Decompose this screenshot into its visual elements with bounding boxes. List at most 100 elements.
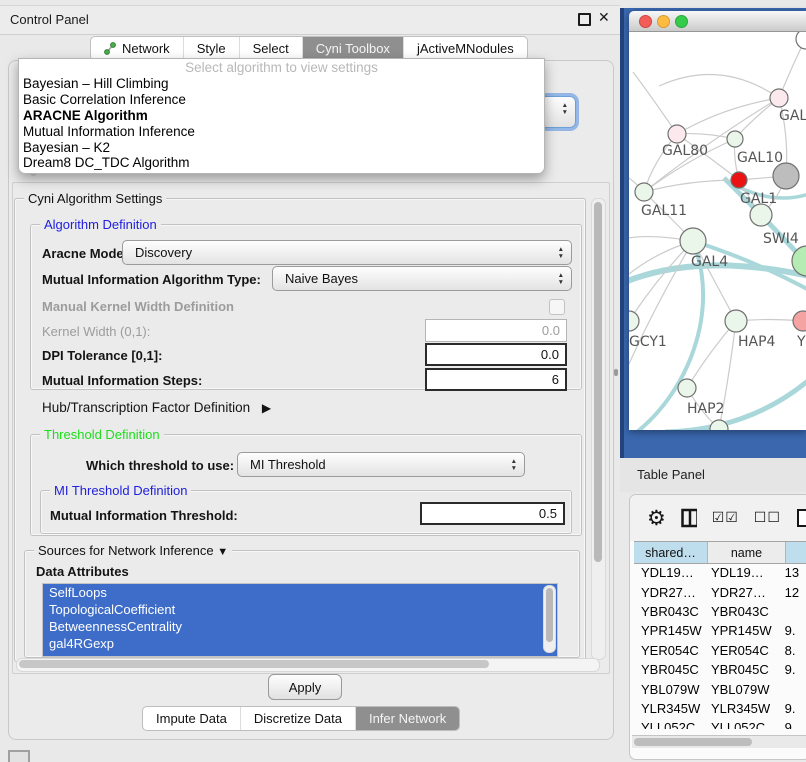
node-gcy1[interactable] [629,311,639,331]
settings-scrollbar[interactable] [591,198,606,660]
aracne-mode-combobox[interactable]: Discovery ▲▼ [122,240,572,265]
table-row[interactable]: YLR345WYLR345W9. [634,699,806,718]
data-attributes-list[interactable]: SelfLoopsTopologicalCoefficientBetweenne… [42,583,558,657]
close-window-icon[interactable] [639,15,652,28]
dropdown-item-dream8-dc-tdc-algorithm[interactable]: Dream8 DC_TDC Algorithm [19,155,544,171]
bottom-tab-discretize-data[interactable]: Discretize Data [241,707,356,730]
table-panel: ⚙ ☑☑ ☐☐ shared…name YDL19…YDL19…13YDR27…… [629,494,806,760]
table-cell: YBR043C [704,604,778,619]
tab-select[interactable]: Select [240,37,303,60]
apply-button[interactable]: Apply [268,674,342,700]
network-icon [104,42,117,55]
manual-kernel-checkbox[interactable] [549,299,565,315]
bottom-tab-infer-network[interactable]: Infer Network [356,707,459,730]
which-threshold-value: MI Threshold [250,457,326,472]
hub-definition-toggle[interactable]: Hub/Transcription Factor Definition ▶ [42,400,271,415]
document-icon[interactable] [796,508,806,528]
column-header-shared[interactable]: shared… [634,542,708,563]
minimize-window-icon[interactable] [657,15,670,28]
dpi-tolerance-label: DPI Tolerance [0,1]: [42,348,162,363]
tab-jactivemnodules[interactable]: jActiveMNodules [404,37,527,60]
network-window-titlebar[interactable] [629,11,806,32]
minimized-panel-icon[interactable] [8,750,30,762]
node-swi4[interactable] [750,204,772,226]
dropdown-item-mutual-information-inference[interactable]: Mutual Information Inference [19,124,544,140]
node-gal80[interactable] [668,125,686,143]
table-row[interactable]: YDL19…YDL19…13 [634,563,806,582]
attribute-item-betweennesscentrality[interactable]: BetweennessCentrality [43,618,557,635]
unchecked-boxes-icon[interactable]: ☐☐ [754,510,781,526]
attributes-scrollbar[interactable] [543,585,556,653]
node-gal4[interactable] [680,228,706,254]
network-edge[interactable] [687,321,736,388]
node-hap2[interactable] [678,379,696,397]
attribute-item-selfloops[interactable]: SelfLoops [43,584,557,601]
gear-icon[interactable]: ⚙ [647,506,666,530]
mi-steps-field[interactable]: 6 [425,368,567,391]
combobox-stepper-icon: ▲▼ [562,102,568,116]
table-cell: YDL19… [634,565,704,580]
manual-kernel-label: Manual Kernel Width Definition [42,299,234,314]
node-hap4[interactable] [725,310,747,332]
network-edge[interactable] [629,241,693,321]
dropdown-item-aracne-algorithm[interactable]: ARACNE Algorithm [19,108,544,124]
bottom-tab-impute-data[interactable]: Impute Data [143,707,241,730]
kernel-width-field[interactable]: 0.0 [425,319,567,342]
settings-hscrollbar[interactable] [16,658,600,672]
tab-style[interactable]: Style [184,37,240,60]
table-row[interactable]: YBR045CYBR045C9. [634,660,806,679]
threshold-definition-label: Threshold Definition [40,427,164,442]
dropdown-item-basic-correlation-inference[interactable]: Basic Correlation Inference [19,92,544,108]
checked-boxes-icon[interactable]: ☑☑ [712,510,739,526]
sources-group-label[interactable]: Sources for Network Inference ▼ [34,543,232,558]
table-cell: YLR345W [704,701,778,716]
mi-type-combobox[interactable]: Naive Bayes ▲▼ [272,266,572,291]
network-edge[interactable] [677,98,779,134]
column-header-name[interactable]: name [708,542,786,563]
splitter-handle[interactable] [614,369,618,376]
mi-threshold-label: Mutual Information Threshold: [50,508,238,523]
which-threshold-combobox[interactable]: MI Threshold ▲▼ [237,452,525,477]
node-top-white[interactable] [796,32,806,49]
dropdown-item-bayesian-k2[interactable]: Bayesian – K2 [19,140,544,156]
table-row[interactable]: YLL052CYLL052C9 [634,718,806,729]
zoom-window-icon[interactable] [675,15,688,28]
close-panel-icon[interactable]: ✕ [598,9,610,26]
table-body[interactable]: YDL19…YDL19…13YDR27…YDR27…12YBR043CYBR04… [634,563,806,729]
attribute-item-gal4rgexp[interactable]: gal4RGexp [43,635,557,652]
collapse-down-icon: ▼ [217,546,228,558]
dpi-tolerance-field[interactable]: 0.0 [425,343,567,366]
network-window[interactable]: GALGAL80GAL10GAL1SWI4GAL11GAL4GCY1HAP4YH… [629,11,806,430]
tab-cyni-toolbox[interactable]: Cyni Toolbox [303,37,404,60]
dropdown-item-bayesian-hill-climbing[interactable]: Bayesian – Hill Climbing [19,76,544,92]
tab-network[interactable]: Network [91,37,184,60]
node-gal-top[interactable] [770,89,788,107]
table-cell: YDR27… [704,585,778,600]
table-cell: 8. [778,643,806,658]
table-cell: YDR27… [634,585,704,600]
node-gal10[interactable] [727,131,743,147]
node-gal11[interactable] [635,183,653,201]
table-cell: 12 [778,585,806,600]
network-view[interactable]: GALGAL80GAL10GAL1SWI4GAL11GAL4GCY1HAP4YH… [629,32,806,430]
algorithm-combobox-fragment[interactable]: ▲▼ [540,96,576,128]
mi-threshold-field[interactable]: 0.5 [420,502,565,525]
table-cell: YLR345W [634,701,704,716]
node-gal80-label: GAL80 [662,143,708,159]
float-panel-icon[interactable] [578,13,591,26]
node-gal1[interactable] [731,172,747,188]
table-cell: YDL19… [704,565,778,580]
table-hscrollbar[interactable] [632,735,806,748]
column-header-3[interactable] [786,542,806,563]
table-row[interactable]: YBR043CYBR043C [634,602,806,621]
table-row[interactable]: YDR27…YDR27…12 [634,582,806,601]
table-row[interactable]: YPR145WYPR145W9. [634,621,806,640]
attribute-item-topologicalcoefficient[interactable]: TopologicalCoefficient [43,601,557,618]
node-gray[interactable] [773,163,799,189]
table-row[interactable]: YBL079WYBL079W [634,679,806,698]
network-edge[interactable] [659,74,779,98]
node-salmon[interactable] [793,311,806,331]
combobox-stepper-icon: ▲▼ [511,458,517,472]
table-row[interactable]: YER054CYER054C8. [634,641,806,660]
split-panel-icon[interactable] [681,508,697,528]
